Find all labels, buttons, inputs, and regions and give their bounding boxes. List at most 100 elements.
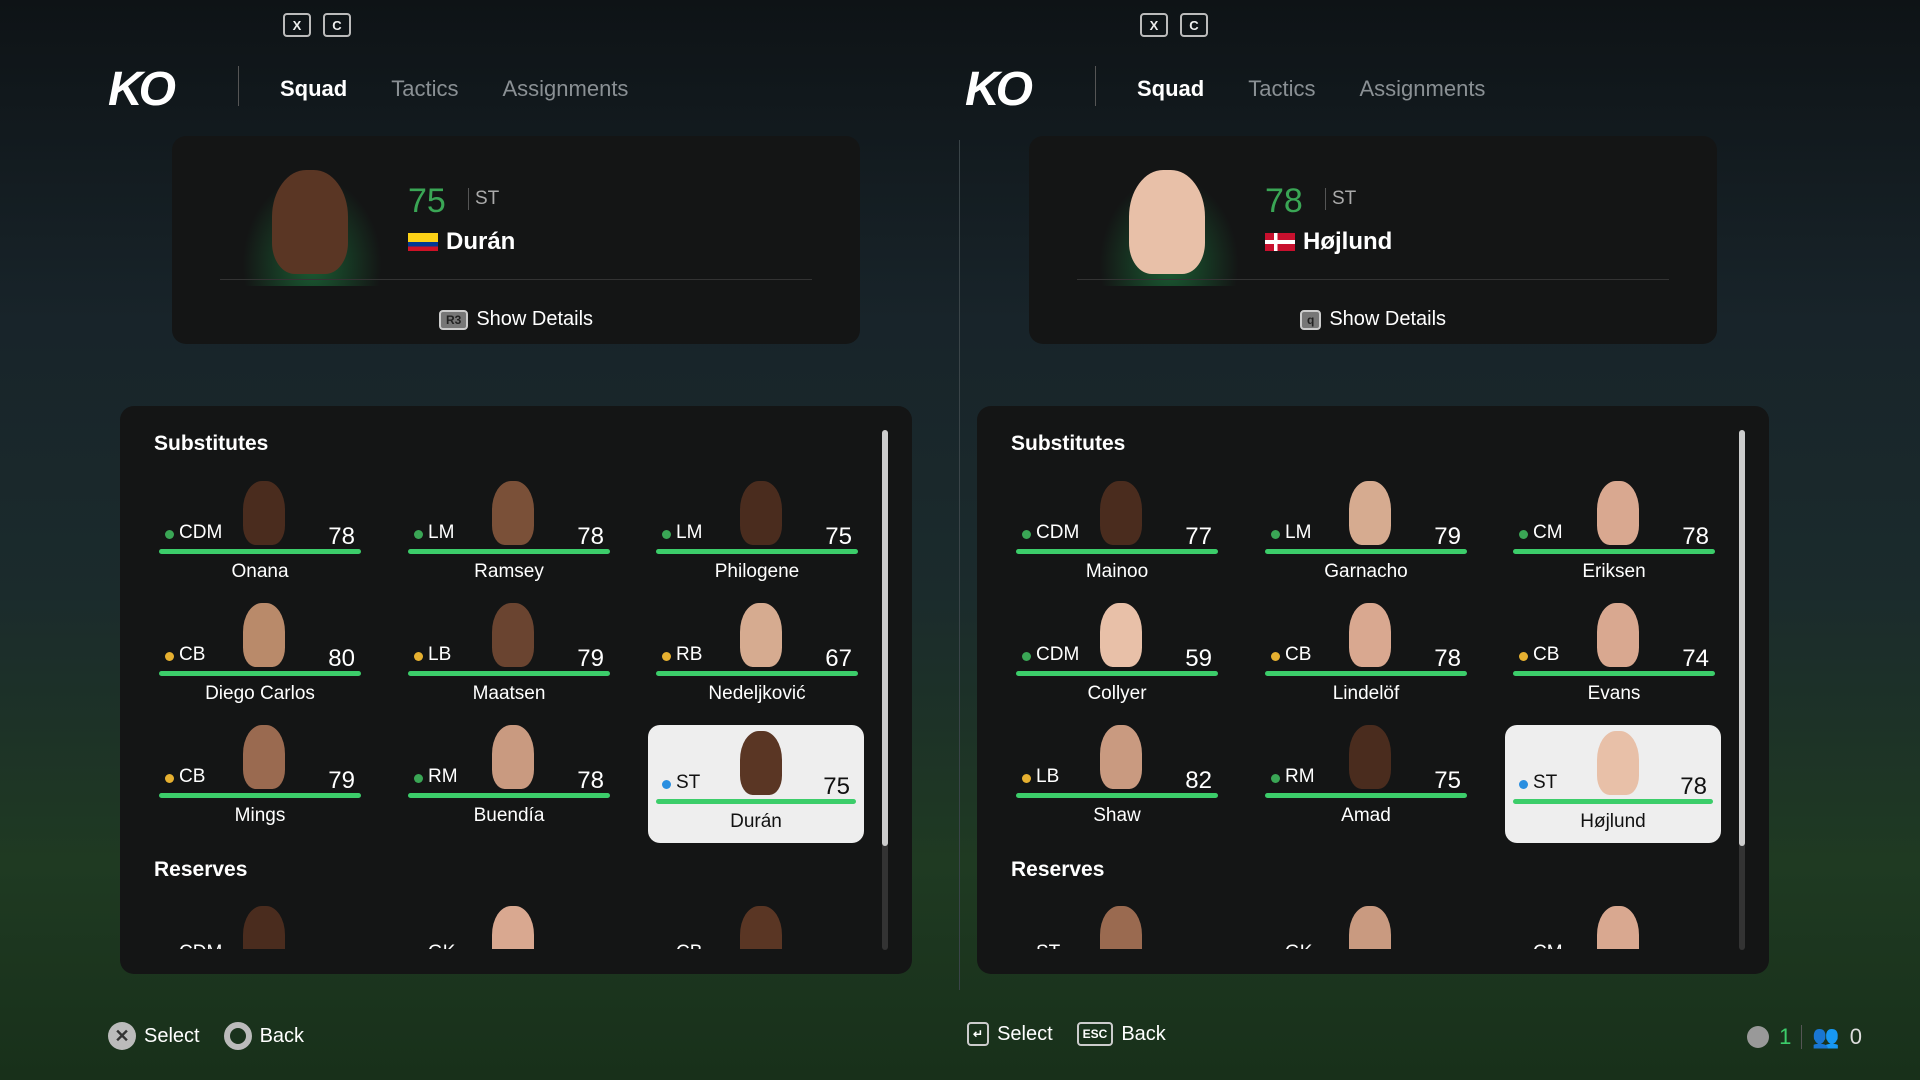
show-details-label: Show Details xyxy=(476,308,594,330)
substitute-player[interactable]: LM 75 Philogene xyxy=(656,481,858,593)
substitute-player[interactable]: CDM 77 Mainoo xyxy=(1016,481,1218,593)
fitness-bar xyxy=(656,799,856,804)
cell-content: ST 78 Højlund xyxy=(1513,731,1713,843)
substitute-player[interactable]: CM 78 Eriksen xyxy=(1513,481,1715,593)
position-dot-icon xyxy=(414,530,423,539)
position-dot-icon xyxy=(1519,652,1528,661)
reserve-player[interactable]: GK xyxy=(1265,906,1467,949)
reserves-title: Reserves xyxy=(1011,858,1105,881)
cell-content: CB 79 Mings xyxy=(159,725,361,837)
tab-assignments[interactable]: Assignments xyxy=(1359,76,1485,102)
key-hint[interactable]: C xyxy=(1180,13,1208,37)
player-rating: 78 xyxy=(1682,523,1709,550)
back-hint[interactable]: ESC Back xyxy=(1076,1022,1166,1046)
position-dot-icon xyxy=(414,774,423,783)
player-rating: 77 xyxy=(1185,523,1212,550)
player-position: CB xyxy=(1285,644,1312,665)
panel-left: X C KO Squad Tactics Assignments 75 ST Durán R3 Sh… xyxy=(0,0,960,1080)
player-name: Højlund xyxy=(1303,228,1393,255)
hint-label: Select xyxy=(144,1024,200,1047)
game-logo: KO xyxy=(108,63,176,116)
cell-content: CB 78 Lindelöf xyxy=(1265,603,1467,715)
tab-assignments[interactable]: Assignments xyxy=(502,76,628,102)
substitute-player[interactable]: LM 78 Ramsey xyxy=(408,481,610,593)
party-icon: 👥 xyxy=(1812,1024,1840,1049)
player-name: Diego Carlos xyxy=(205,683,315,704)
player-name: Garnacho xyxy=(1324,561,1408,582)
substitutes-panel: Substitutes CDM 78 Onana LM 78 Ramsey LM 75 Philo… xyxy=(120,406,912,974)
player-rating: 79 xyxy=(577,645,604,672)
reserve-player[interactable]: GK xyxy=(408,906,610,949)
player-rating: 78 xyxy=(1434,645,1461,672)
tab-squad[interactable]: Squad xyxy=(1137,76,1204,102)
player-position: LM xyxy=(1285,522,1312,543)
select-hint[interactable]: ✕ Select xyxy=(108,1022,200,1050)
player-rating: 79 xyxy=(1434,523,1461,550)
fitness-bar xyxy=(408,549,610,554)
substitute-player[interactable]: CB 78 Lindelöf xyxy=(1265,603,1467,715)
substitutes-panel: Substitutes CDM 77 Mainoo LM 79 Garnacho CM 78 Er… xyxy=(977,406,1769,974)
player-portrait xyxy=(1597,481,1639,545)
cell-content: LB 82 Shaw xyxy=(1016,725,1218,837)
tab-tactics[interactable]: Tactics xyxy=(391,76,458,102)
player-position: ST xyxy=(1325,188,1356,210)
colombia-flag-icon xyxy=(408,233,438,251)
cell-content: LM 75 Philogene xyxy=(656,481,858,593)
substitute-player[interactable]: RM 78 Buendía xyxy=(408,725,610,837)
substitute-player[interactable]: LB 79 Maatsen xyxy=(408,603,610,715)
player-rating: 75 xyxy=(1434,767,1461,794)
substitute-player[interactable]: LB 82 Shaw xyxy=(1016,725,1218,837)
player-position: ST xyxy=(1533,772,1558,793)
player-rating: 80 xyxy=(328,645,355,672)
key-hint[interactable]: X xyxy=(1140,13,1168,37)
player-rating: 59 xyxy=(1185,645,1212,672)
substitute-player[interactable]: LM 79 Garnacho xyxy=(1265,481,1467,593)
player-name: Højlund xyxy=(1580,811,1646,832)
tab-switch-keys: XC xyxy=(1140,13,1208,37)
cell-content: RM 78 Buendía xyxy=(408,725,610,837)
player-position: RB xyxy=(676,644,703,665)
fitness-bar xyxy=(159,671,361,676)
substitutes-title: Substitutes xyxy=(154,432,269,455)
cell-content: RB 67 Nedeljković xyxy=(656,603,858,715)
player-portrait xyxy=(740,906,782,949)
player-position: CDM xyxy=(1036,522,1080,543)
player-portrait xyxy=(492,481,534,545)
back-hint[interactable]: Back xyxy=(223,1022,305,1050)
show-details-button[interactable]: R3 Show Details xyxy=(172,308,860,331)
substitute-player[interactable]: RB 67 Nedeljković xyxy=(656,603,858,715)
substitute-player[interactable]: CB 74 Evans xyxy=(1513,603,1715,715)
show-details-button[interactable]: q Show Details xyxy=(1029,308,1717,331)
tab-squad[interactable]: Squad xyxy=(280,76,347,102)
substitute-player[interactable]: ST 75 Durán xyxy=(648,725,864,843)
substitute-player[interactable]: CB 79 Mings xyxy=(159,725,361,837)
hint-label: Back xyxy=(259,1024,305,1047)
cell-content: LM 78 Ramsey xyxy=(408,481,610,593)
key-hint[interactable]: X xyxy=(283,13,311,37)
player-name: Nedeljković xyxy=(708,683,806,704)
reserve-player[interactable]: CB xyxy=(656,906,858,949)
reserve-player[interactable]: CDM xyxy=(159,906,361,949)
reserve-player[interactable]: CM xyxy=(1513,906,1715,949)
position-dot-icon xyxy=(1022,530,1031,539)
reserves-title: Reserves xyxy=(154,858,248,881)
fitness-bar xyxy=(656,549,858,554)
fitness-bar xyxy=(408,793,610,798)
reserve-player[interactable]: ST xyxy=(1016,906,1218,949)
substitute-player[interactable]: RM 75 Amad xyxy=(1265,725,1467,837)
substitute-player[interactable]: CB 80 Diego Carlos xyxy=(159,603,361,715)
substitute-player[interactable]: ST 78 Højlund xyxy=(1505,725,1721,843)
position-dot-icon xyxy=(1022,774,1031,783)
substitute-player[interactable]: CDM 59 Collyer xyxy=(1016,603,1218,715)
player-portrait xyxy=(1129,170,1205,274)
player-portrait xyxy=(1349,481,1391,545)
tab-tactics[interactable]: Tactics xyxy=(1248,76,1315,102)
player-name: Buendía xyxy=(473,805,545,826)
scrollbar-thumb[interactable] xyxy=(1739,430,1745,846)
player-rating: 78 xyxy=(577,767,604,794)
player-portrait xyxy=(1100,906,1142,949)
substitute-player[interactable]: CDM 78 Onana xyxy=(159,481,361,593)
select-hint[interactable]: ↵ Select xyxy=(967,1022,1053,1046)
player-name: Collyer xyxy=(1087,683,1147,704)
key-hint[interactable]: C xyxy=(323,13,351,37)
